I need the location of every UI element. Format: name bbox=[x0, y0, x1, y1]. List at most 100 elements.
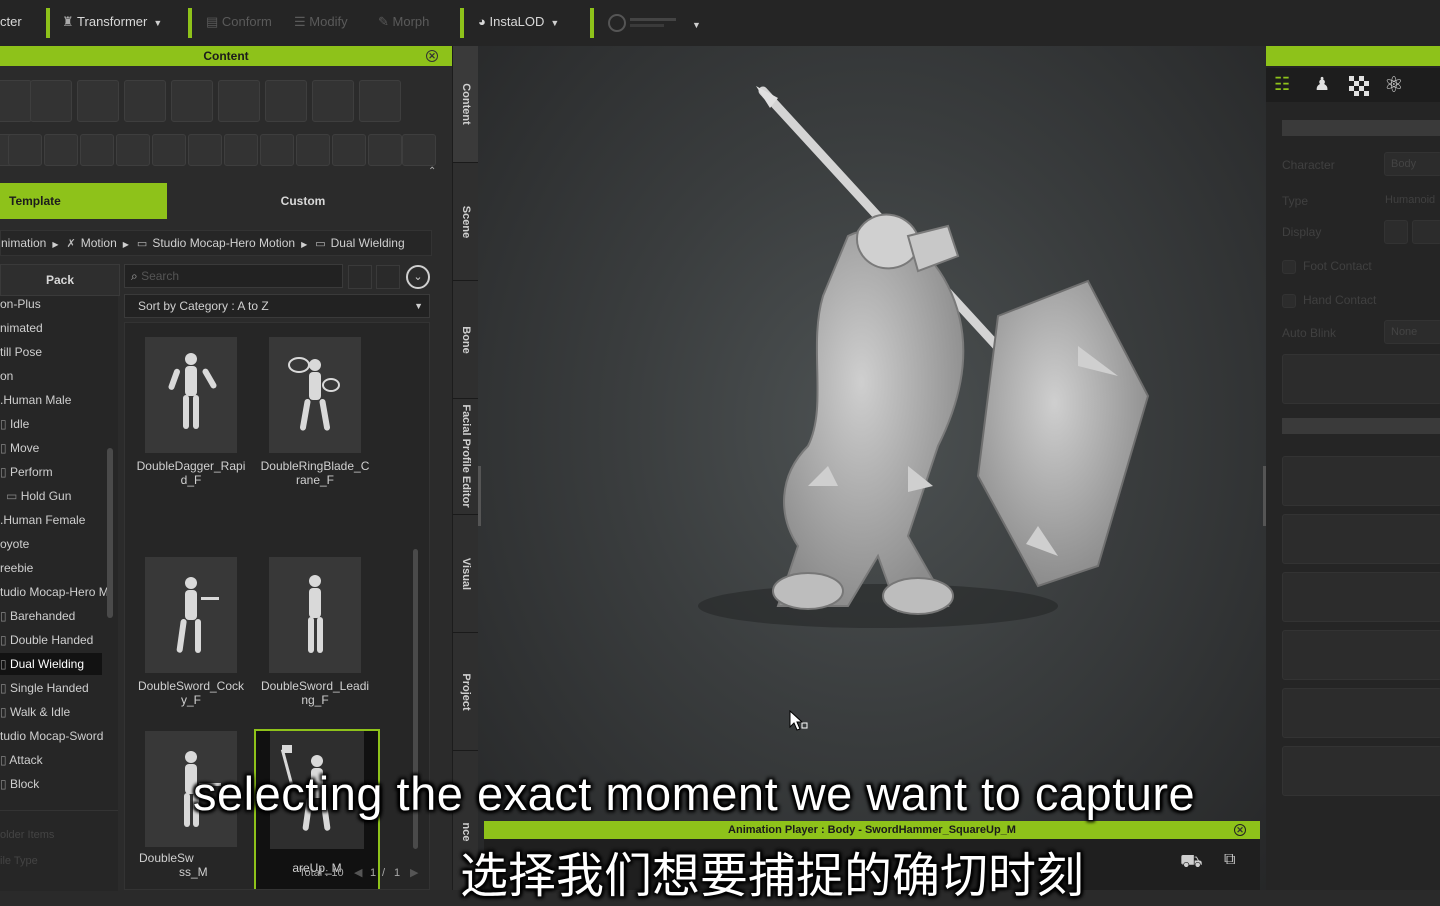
category-accessory-icon[interactable] bbox=[171, 80, 213, 122]
category-morph-icon[interactable] bbox=[30, 80, 72, 122]
close-icon[interactable]: ✕ bbox=[1234, 824, 1246, 836]
breadcrumb-item[interactable]: Motion bbox=[81, 236, 117, 250]
window-icon[interactable]: ⧉ bbox=[1224, 851, 1235, 869]
tree-item[interactable]: reebie bbox=[0, 557, 33, 579]
tree-item[interactable]: tudio Mocap-Sword bbox=[0, 725, 103, 747]
motion-figure-icon[interactable]: ♟ bbox=[1314, 74, 1330, 95]
refresh-icon[interactable] bbox=[376, 265, 400, 289]
hand-contact-checkbox[interactable] bbox=[1282, 294, 1296, 308]
tab-visual[interactable]: Visual bbox=[453, 516, 479, 633]
tab-template[interactable]: Template bbox=[0, 183, 167, 219]
motion-thumbnail[interactable] bbox=[269, 337, 361, 453]
motion-thumbnail[interactable] bbox=[145, 337, 237, 453]
tree-item[interactable]: ▯ Block bbox=[0, 773, 39, 795]
tab-content[interactable]: Content bbox=[453, 46, 479, 163]
tree-item[interactable]: ▯ Idle bbox=[0, 413, 29, 435]
section-header-bar[interactable] bbox=[1282, 120, 1440, 136]
collapse-up-icon[interactable]: ⌃ bbox=[428, 166, 436, 177]
tree-item[interactable]: ▯ Single Handed bbox=[0, 677, 89, 699]
tree-scrollbar[interactable] bbox=[107, 448, 113, 618]
motion-thumbnail[interactable] bbox=[145, 557, 237, 673]
display-dropdown[interactable] bbox=[1412, 220, 1440, 244]
category-props-icon[interactable] bbox=[359, 80, 401, 122]
auto-blink-dropdown[interactable]: None bbox=[1384, 320, 1440, 344]
property-box[interactable] bbox=[1282, 746, 1440, 796]
motion-thumbnail[interactable] bbox=[269, 557, 361, 673]
toolbar-character-menu[interactable]: cter bbox=[0, 14, 22, 29]
subcategory-icon[interactable] bbox=[188, 134, 222, 166]
subcategory-icon[interactable] bbox=[224, 134, 258, 166]
tree-item[interactable]: on-Plus bbox=[0, 296, 41, 315]
category-cloth-icon[interactable] bbox=[77, 80, 119, 122]
property-box[interactable] bbox=[1282, 572, 1440, 622]
category-motion-icon[interactable] bbox=[265, 80, 307, 122]
subcategory-icon[interactable] bbox=[116, 134, 150, 166]
toolbar-transformer-menu[interactable]: ♜ Transformer ▼ bbox=[62, 14, 162, 30]
tree-item[interactable]: tudio Mocap-Hero M bbox=[0, 581, 109, 603]
close-icon[interactable]: ✕ bbox=[426, 50, 438, 62]
breadcrumb-item[interactable]: nimation bbox=[1, 236, 46, 250]
toolbar-substance-menu[interactable]: ▼ bbox=[608, 12, 701, 37]
breadcrumb-item[interactable]: Studio Mocap-Hero Motion bbox=[152, 236, 295, 250]
property-box[interactable] bbox=[1282, 514, 1440, 564]
tree-item[interactable]: .Human Female bbox=[0, 509, 85, 531]
category-pose-icon[interactable] bbox=[218, 80, 260, 122]
subcategory-icon[interactable] bbox=[80, 134, 114, 166]
sort-dropdown[interactable]: Sort by Category : A to Z ▼ bbox=[124, 294, 430, 318]
property-box[interactable] bbox=[1282, 630, 1440, 680]
subcategory-icon[interactable] bbox=[44, 134, 78, 166]
subcategory-icon[interactable] bbox=[368, 134, 402, 166]
tree-item[interactable]: ▯ Attack bbox=[0, 749, 43, 771]
physics-atom-icon[interactable]: ⚛ bbox=[1384, 72, 1404, 98]
search-input[interactable]: ⌕ Search bbox=[124, 264, 343, 288]
tree-item[interactable]: ▯ Move bbox=[0, 437, 39, 459]
sliders-icon[interactable]: ☷ bbox=[1274, 74, 1290, 95]
toolbar-modify-button[interactable]: ☰ Modify bbox=[294, 14, 348, 30]
tab-project[interactable]: Project bbox=[453, 634, 479, 751]
tree-item[interactable]: oyote bbox=[0, 533, 29, 555]
subcategory-icon[interactable] bbox=[8, 134, 42, 166]
category-scene-icon[interactable] bbox=[312, 80, 354, 122]
tree-item[interactable]: nimated bbox=[0, 317, 43, 339]
property-box[interactable] bbox=[1282, 354, 1440, 404]
character-dropdown[interactable]: Body bbox=[1384, 152, 1440, 176]
display-toggle[interactable] bbox=[1384, 220, 1408, 244]
property-box[interactable] bbox=[1282, 688, 1440, 738]
next-page-icon[interactable]: ▶ bbox=[410, 866, 418, 879]
foot-contact-checkbox[interactable] bbox=[1282, 260, 1296, 274]
subcategory-icon[interactable] bbox=[332, 134, 366, 166]
tab-bone[interactable]: Bone bbox=[453, 282, 479, 399]
tab-scene[interactable]: Scene bbox=[453, 164, 479, 281]
subcategory-icon[interactable] bbox=[152, 134, 186, 166]
checker-material-icon[interactable] bbox=[1349, 76, 1369, 96]
category-actor-icon[interactable] bbox=[0, 80, 32, 122]
3d-viewport[interactable] bbox=[478, 46, 1266, 890]
expand-circle-icon[interactable]: ⌄ bbox=[406, 265, 430, 289]
subcategory-icon[interactable] bbox=[296, 134, 330, 166]
toolbar-instalod-menu[interactable]: ◕ InstaLOD ▼ bbox=[478, 14, 559, 29]
category-hair-icon[interactable] bbox=[124, 80, 166, 122]
subcategory-icon[interactable] bbox=[402, 134, 436, 166]
prev-page-icon[interactable]: ◀ bbox=[354, 866, 362, 879]
tree-item[interactable]: on bbox=[0, 365, 13, 387]
camera-icon[interactable]: ⛟ bbox=[1180, 851, 1203, 875]
property-box[interactable] bbox=[1282, 456, 1440, 506]
tab-facial-profile-editor[interactable]: Facial Profile Editor bbox=[453, 398, 479, 515]
tree-item-selected[interactable]: ▯ Dual Wielding bbox=[0, 653, 102, 675]
filter-icon[interactable] bbox=[348, 265, 372, 289]
pack-header[interactable]: Pack bbox=[0, 264, 120, 296]
section-header-bar[interactable] bbox=[1282, 418, 1440, 434]
tree-item[interactable]: ▯ Double Handed bbox=[0, 629, 93, 651]
tree-item[interactable]: ▯ Walk & Idle bbox=[0, 701, 70, 723]
viewport-splitter-left[interactable] bbox=[478, 466, 481, 526]
tree-item[interactable]: ▭ Hold Gun bbox=[6, 485, 71, 507]
tree-item[interactable]: till Pose bbox=[0, 341, 42, 363]
tree-item[interactable]: ▯ Barehanded bbox=[0, 605, 75, 627]
tree-item[interactable]: ▯ Perform bbox=[0, 461, 53, 483]
tab-custom[interactable]: Custom bbox=[168, 183, 438, 219]
tree-item[interactable]: .Human Male bbox=[0, 389, 71, 411]
toolbar-morph-button[interactable]: ✎ Morph bbox=[378, 14, 429, 30]
toolbar-conform-button[interactable]: ▤ Conform bbox=[206, 14, 272, 30]
subcategory-icon[interactable] bbox=[260, 134, 294, 166]
breadcrumb-item[interactable]: Dual Wielding bbox=[331, 236, 405, 250]
